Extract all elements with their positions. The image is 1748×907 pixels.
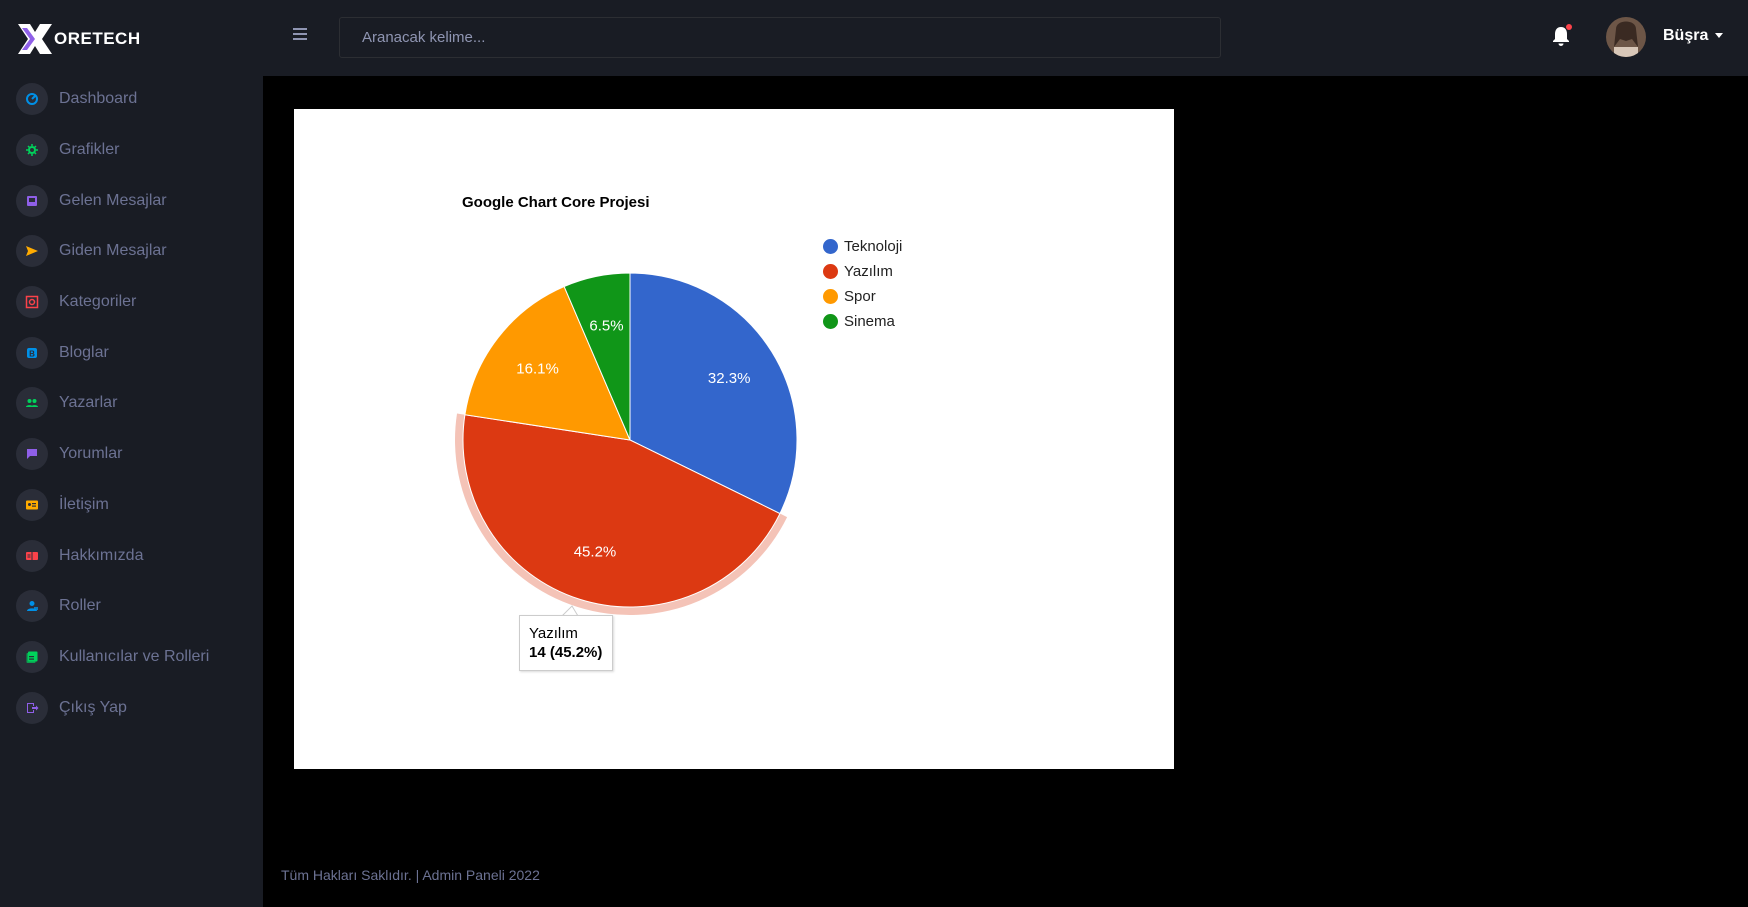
category-icon [16,286,48,319]
sidebar-item[interactable]: Kategoriler [0,277,263,328]
footer-text: Tüm Hakları Saklıdır. | Admin Paneli 202… [281,867,540,883]
sidebar-item-label: Yorumlar [59,445,123,463]
sidebar-item[interactable]: Yorumlar [0,429,263,480]
legend-label: Teknoloji [844,238,903,255]
sidebar-item[interactable]: Hakkımızda [0,530,263,581]
tooltip-label: Yazılım [529,625,578,642]
legend-item[interactable]: Sinema [823,309,902,334]
speedometer-icon [16,83,48,116]
legend-swatch [823,289,838,304]
sidebar-nav: Dashboard Grafikler Gelen Mesajlar Giden Me… [0,74,263,733]
sidebar-item[interactable]: Çıkış Yap [0,682,263,733]
notification-dot [1566,24,1572,30]
logout-icon [16,691,48,724]
chevron-down-icon[interactable] [1715,33,1723,38]
sidebar-item-label: Çıkış Yap [59,698,127,716]
sidebar-item-label: Giden Mesajlar [59,242,167,260]
sidebar-item[interactable]: Yazarlar [0,378,263,429]
contact-card-icon [16,488,48,521]
sidebar-item[interactable]: Kullanıcılar ve Rolleri [0,632,263,683]
sidebar-item-label: Dashboard [59,90,138,108]
search-input[interactable] [339,17,1221,58]
pie-slice-label: 45.2% [574,544,617,561]
pie-slice-label: 16.1% [516,360,559,377]
logo-icon [18,24,52,54]
pie-chart: 32.3% 45.2% 16.1% 6.5% [455,272,798,617]
svg-text:B: B [29,349,35,358]
chart-legend: Teknoloji Yazılım Spor Sinema [823,234,902,334]
pie-slice-label: 32.3% [708,370,751,387]
chart-card: 32.3% 45.2% 16.1% 6.5% Google Chart Core Pr… [294,109,1174,769]
legend-swatch [823,239,838,254]
legend-label: Spor [844,288,876,305]
user-list-icon [16,640,48,673]
sidebar-item[interactable]: Dashboard [0,74,263,125]
user-role-icon [16,590,48,623]
legend-item[interactable]: Teknoloji [823,234,902,259]
brand-name: ORETECH [54,29,141,48]
sidebar-item[interactable]: Giden Mesajlar [0,226,263,277]
sidebar-item[interactable]: Gelen Mesajlar [0,175,263,226]
chart-gear-icon [16,134,48,167]
sidebar-item-label: İletişim [59,495,109,513]
topbar: Büşra [263,0,1748,76]
book-icon [16,539,48,572]
menu-toggle-icon[interactable] [293,28,307,40]
chart-tooltip: Yazılım 14 (45.2%) [519,615,613,671]
legend-label: Yazılım [844,263,893,280]
send-icon [16,235,48,268]
user-name[interactable]: Büşra [1663,27,1708,45]
people-icon [16,387,48,420]
tooltip-value: 14 (45.2%) [529,644,603,661]
avatar[interactable] [1606,17,1646,57]
sidebar-item[interactable]: Grafikler [0,125,263,176]
notification-bell-icon[interactable] [1550,24,1572,48]
inbox-icon [16,184,48,217]
comment-icon [16,438,48,471]
sidebar-item-label: Kullanıcılar ve Rolleri [59,647,210,665]
sidebar-item-label: Roller [59,597,101,615]
legend-label: Sinema [844,313,895,330]
brand-logo[interactable]: ORETECH [18,24,141,54]
sidebar-item-label: Yazarlar [59,394,118,412]
sidebar-item-label: Grafikler [59,141,120,159]
chart-title: Google Chart Core Projesi [462,194,650,211]
legend-item[interactable]: Yazılım [823,259,902,284]
sidebar-item-label: Gelen Mesajlar [59,191,167,209]
sidebar-item-label: Hakkımızda [59,546,144,564]
sidebar-item[interactable]: B Bloglar [0,327,263,378]
sidebar-item-label: Bloglar [59,343,109,361]
sidebar-item[interactable]: Roller [0,581,263,632]
blog-icon: B [16,336,48,369]
sidebar: ORETECH Dashboard Grafikler Gelen Mesajlar… [0,0,263,907]
legend-swatch [823,264,838,279]
legend-item[interactable]: Spor [823,284,902,309]
pie-slice-label: 6.5% [589,317,623,334]
sidebar-item-label: Kategoriler [59,293,137,311]
sidebar-item[interactable]: İletişim [0,480,263,531]
legend-swatch [823,314,838,329]
